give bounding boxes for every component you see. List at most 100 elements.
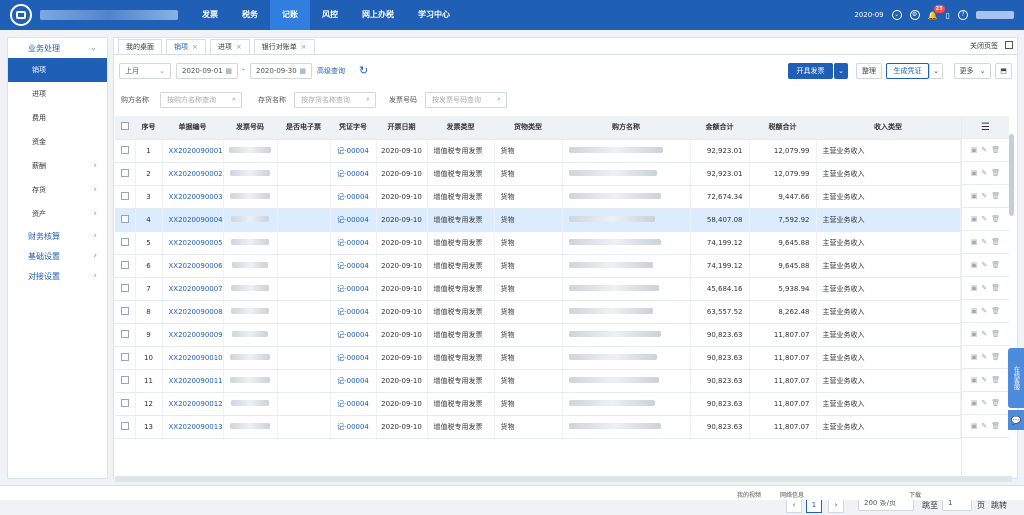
edit-icon[interactable]: ✎ bbox=[981, 422, 987, 430]
edit-icon[interactable]: ✎ bbox=[981, 215, 987, 223]
sidebar-item-funds[interactable]: 资金 bbox=[8, 130, 107, 154]
network-info-link[interactable]: 网络信息 bbox=[780, 490, 804, 499]
edit-icon[interactable]: ✎ bbox=[981, 261, 987, 269]
nav-accounting[interactable]: 记账 bbox=[270, 0, 310, 30]
row-checkbox[interactable] bbox=[120, 375, 129, 384]
document-number-link[interactable]: XX2020090004 bbox=[162, 208, 224, 232]
preview-icon[interactable]: ▣ bbox=[971, 399, 978, 407]
voucher-number-link[interactable]: 记-00004 bbox=[330, 323, 377, 347]
row-select-cell[interactable] bbox=[115, 415, 136, 439]
table-row[interactable]: 10 XX2020090010 记-00004 2020-09-10 增值税专用… bbox=[115, 346, 961, 370]
row-select-cell[interactable] bbox=[115, 369, 136, 393]
table-row[interactable]: 5 XX2020090005 记-00004 2020-09-10 增值税专用发… bbox=[115, 231, 961, 255]
delete-icon[interactable]: 🗑 bbox=[991, 146, 1000, 154]
table-row[interactable]: 7 XX2020090007 记-00004 2020-09-10 增值税专用发… bbox=[115, 277, 961, 301]
row-select-cell[interactable] bbox=[115, 392, 136, 416]
row-select-cell[interactable] bbox=[115, 323, 136, 347]
table-row[interactable]: 9 XX2020090009 记-00004 2020-09-10 增值税专用发… bbox=[115, 323, 961, 347]
row-checkbox[interactable] bbox=[120, 145, 129, 154]
delete-icon[interactable]: 🗑 bbox=[991, 284, 1000, 292]
export-icon[interactable]: ⬒ bbox=[995, 63, 1012, 79]
delete-icon[interactable]: 🗑 bbox=[991, 330, 1000, 338]
preview-icon[interactable]: ▣ bbox=[971, 169, 978, 177]
edit-icon[interactable]: ✎ bbox=[981, 284, 987, 292]
row-select-cell[interactable] bbox=[115, 277, 136, 301]
preview-icon[interactable]: ▣ bbox=[971, 215, 978, 223]
generate-invoice-button[interactable]: 开具发票 bbox=[788, 63, 833, 79]
edit-icon[interactable]: ✎ bbox=[981, 192, 987, 200]
settings-icon[interactable]: ⚙ bbox=[909, 10, 920, 20]
sidebar-item-assets[interactable]: 资产 › bbox=[8, 202, 107, 226]
edit-icon[interactable]: ✎ bbox=[981, 146, 987, 154]
preview-icon[interactable]: ▣ bbox=[971, 192, 978, 200]
voucher-number-link[interactable]: 记-00004 bbox=[330, 392, 377, 416]
online-service-button[interactable]: 在线客服 bbox=[1008, 348, 1024, 408]
document-number-link[interactable]: XX2020090001 bbox=[162, 139, 224, 163]
row-select-cell[interactable] bbox=[115, 208, 136, 232]
jump-button[interactable]: 跳转 bbox=[991, 500, 1007, 511]
period-display[interactable]: 2020-09 bbox=[854, 11, 883, 19]
row-select-cell[interactable] bbox=[115, 254, 136, 278]
fullscreen-icon[interactable] bbox=[1005, 41, 1013, 49]
sidebar-group-integration[interactable]: 对接设置 › bbox=[8, 266, 107, 286]
row-checkbox[interactable] bbox=[120, 329, 129, 338]
delete-icon[interactable]: 🗑 bbox=[991, 353, 1000, 361]
delete-icon[interactable]: 🗑 bbox=[991, 399, 1000, 407]
voucher-number-link[interactable]: 记-00004 bbox=[330, 369, 377, 393]
preview-icon[interactable]: ▣ bbox=[971, 238, 978, 246]
header-invoice-date[interactable]: 开票日期 bbox=[376, 116, 428, 140]
table-row[interactable]: 12 XX2020090012 记-00004 2020-09-10 增值税专用… bbox=[115, 392, 961, 416]
row-checkbox[interactable] bbox=[120, 398, 129, 407]
close-icon[interactable]: × bbox=[301, 43, 307, 51]
edit-icon[interactable]: ✎ bbox=[981, 330, 987, 338]
table-row[interactable]: 4 XX2020090004 记-00004 2020-09-10 增值税专用发… bbox=[115, 208, 961, 232]
voucher-number-link[interactable]: 记-00004 bbox=[330, 346, 377, 370]
row-checkbox[interactable] bbox=[120, 306, 129, 315]
generate-invoice-dropdown[interactable]: ⌄ bbox=[834, 63, 848, 79]
preview-icon[interactable]: ▣ bbox=[971, 376, 978, 384]
delete-icon[interactable]: 🗑 bbox=[991, 376, 1000, 384]
row-checkbox[interactable] bbox=[120, 283, 129, 292]
edit-icon[interactable]: ✎ bbox=[981, 376, 987, 384]
sidebar-group-business[interactable]: 业务处理 ⌄ bbox=[8, 38, 107, 58]
table-row[interactable]: 1 XX2020090001 记-00004 2020-09-10 增值税专用发… bbox=[115, 139, 961, 163]
row-checkbox[interactable] bbox=[120, 237, 129, 246]
generate-voucher-button[interactable]: 生成凭证 bbox=[886, 63, 929, 79]
voucher-number-link[interactable]: 记-00004 bbox=[330, 415, 377, 439]
row-select-cell[interactable] bbox=[115, 300, 136, 324]
notification-icon[interactable]: 🔔 23 bbox=[928, 4, 945, 20]
sidebar-item-sales[interactable]: 销项 bbox=[8, 58, 107, 82]
period-dropdown-icon[interactable]: ⌄ bbox=[891, 10, 902, 20]
row-select-cell[interactable] bbox=[115, 162, 136, 186]
inventory-name-input[interactable]: 按存货名称查询 bbox=[294, 92, 376, 108]
voucher-number-link[interactable]: 记-00004 bbox=[330, 139, 377, 163]
select-all-cell[interactable] bbox=[115, 116, 136, 140]
header-document-number[interactable]: 单据编号 bbox=[162, 116, 224, 140]
table-row[interactable]: 2 XX2020090002 记-00004 2020-09-10 增值税专用发… bbox=[115, 162, 961, 186]
close-pages-button[interactable]: 关闭页签 bbox=[970, 41, 998, 51]
organize-button[interactable]: 整理 bbox=[856, 63, 882, 79]
document-number-link[interactable]: XX2020090002 bbox=[162, 162, 224, 186]
advanced-query-link[interactable]: 高级查询 bbox=[317, 66, 345, 76]
chat-icon[interactable]: 💬 bbox=[1008, 410, 1024, 430]
document-number-link[interactable]: XX2020090013 bbox=[162, 415, 224, 439]
close-icon[interactable]: × bbox=[192, 43, 198, 51]
preview-icon[interactable]: ▣ bbox=[971, 146, 978, 154]
voucher-number-link[interactable]: 记-00004 bbox=[330, 185, 377, 209]
voucher-number-link[interactable]: 记-00004 bbox=[330, 208, 377, 232]
table-row[interactable]: 6 XX2020090006 记-00004 2020-09-10 增值税专用发… bbox=[115, 254, 961, 278]
video-link[interactable]: 我的视频 bbox=[737, 490, 761, 499]
vertical-scrollbar[interactable] bbox=[1009, 134, 1014, 216]
preview-icon[interactable]: ▣ bbox=[971, 284, 978, 292]
document-number-link[interactable]: XX2020090006 bbox=[162, 254, 224, 278]
row-select-cell[interactable] bbox=[115, 346, 136, 370]
document-number-link[interactable]: XX2020090011 bbox=[162, 369, 224, 393]
nav-tax[interactable]: 税务 bbox=[230, 0, 270, 30]
document-number-link[interactable]: XX2020090007 bbox=[162, 277, 224, 301]
refresh-icon[interactable]: ↻ bbox=[359, 63, 368, 79]
row-checkbox[interactable] bbox=[120, 214, 129, 223]
voucher-number-link[interactable]: 记-00004 bbox=[330, 231, 377, 255]
voucher-number-link[interactable]: 记-00004 bbox=[330, 254, 377, 278]
close-icon[interactable]: × bbox=[236, 43, 242, 51]
delete-icon[interactable]: 🗑 bbox=[991, 238, 1000, 246]
